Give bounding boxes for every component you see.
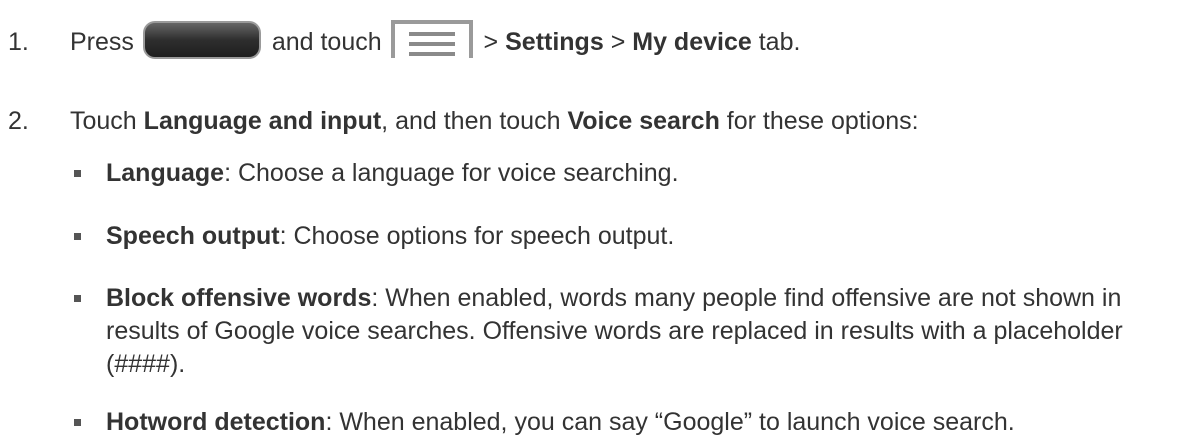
press-text: Press — [70, 28, 134, 56]
tab-text: tab. — [758, 28, 801, 56]
option-hotword-detection: Hotword detection: When enabled, you can… — [74, 406, 1176, 439]
language-and-input-label: Language and input — [143, 107, 382, 135]
step-number: 1. — [8, 28, 29, 56]
separator: > — [610, 28, 626, 56]
bullet-icon — [74, 170, 81, 177]
option-term: Hotword detection — [106, 408, 326, 436]
option-term: Block offensive words — [106, 284, 372, 312]
my-device-label: My device — [632, 28, 752, 56]
bullet-icon — [74, 419, 81, 426]
step-number: 2. — [8, 107, 29, 135]
separator: > — [483, 28, 499, 56]
option-term: Language — [106, 159, 225, 187]
menu-icon — [390, 20, 473, 59]
option-description: : Choose options for speech output. — [279, 222, 675, 250]
option-description: : When enabled, you can say “Google” to … — [325, 408, 1015, 436]
option-block-offensive-words: Block offensive words: When enabled, wor… — [74, 282, 1176, 381]
home-key-icon — [142, 21, 261, 60]
voice-search-label: Voice search — [567, 107, 720, 135]
option-term: Speech output — [106, 222, 280, 250]
and-touch-text: and touch — [271, 28, 382, 56]
option-language: Language: Choose a language for voice se… — [74, 157, 1176, 190]
bullet-icon — [74, 233, 81, 240]
step-1: 1. Press and touch > Settings > My device… — [8, 20, 801, 60]
step-2: 2. Touch Language and input, and then tou… — [8, 106, 919, 136]
option-description: : Choose a language for voice searching. — [224, 159, 679, 187]
for-options-text: for these options: — [726, 107, 919, 135]
touch-text: Touch — [70, 107, 137, 135]
settings-label: Settings — [505, 28, 604, 56]
and-then-touch-text: , and then touch — [381, 107, 561, 135]
option-speech-output: Speech output: Choose options for speech… — [74, 220, 1176, 253]
bullet-icon — [74, 295, 81, 302]
